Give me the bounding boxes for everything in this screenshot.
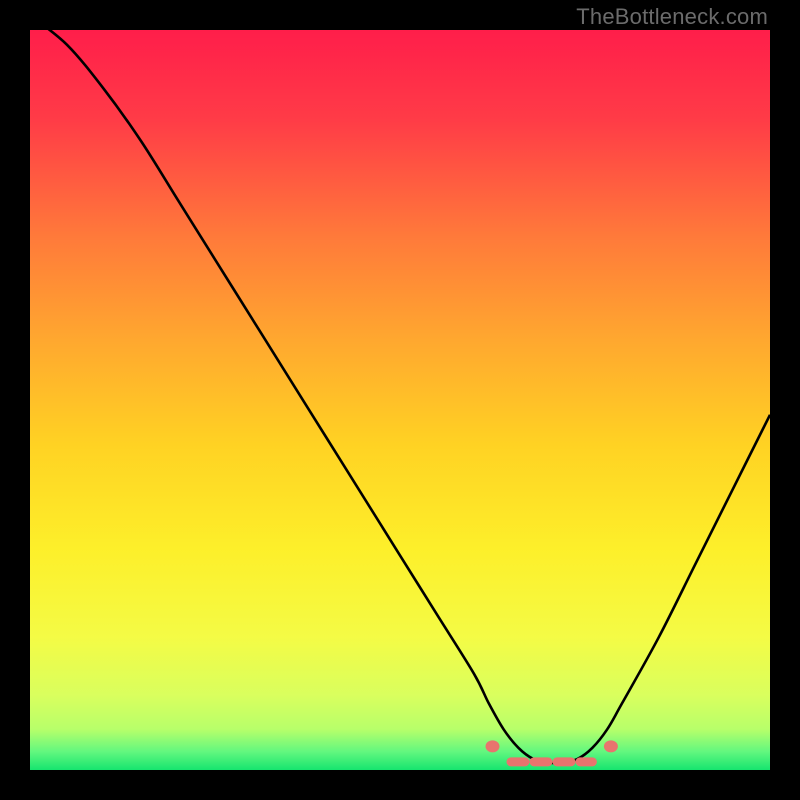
chart-frame: [30, 30, 770, 770]
watermark-text: TheBottleneck.com: [576, 4, 768, 30]
heat-gradient-background: [30, 30, 770, 770]
chart-plot-area: [30, 30, 770, 770]
